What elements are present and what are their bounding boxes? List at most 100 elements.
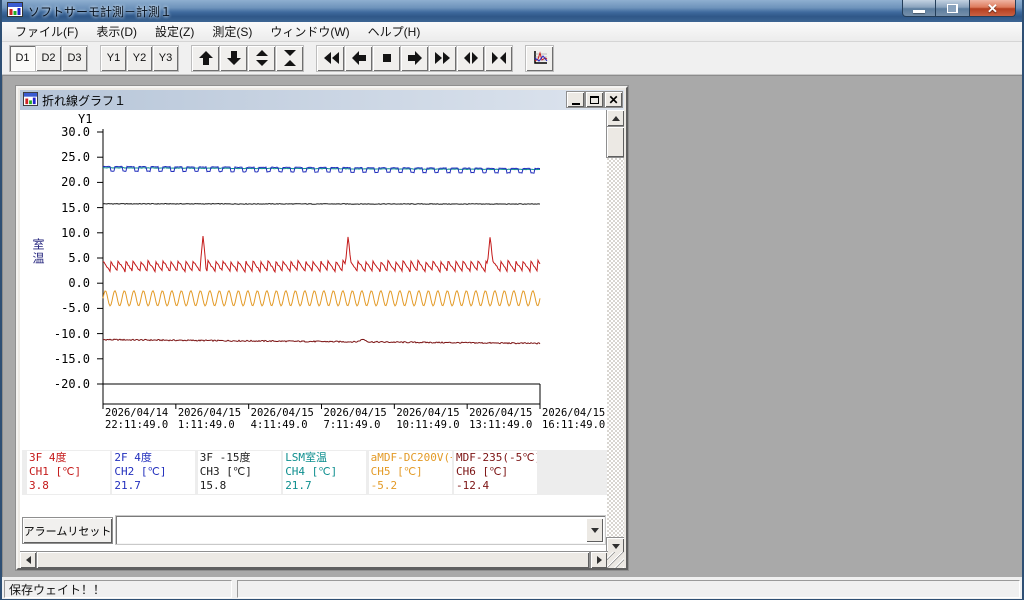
legend-cell-ch6: MDF-235(-5℃)CH6 [℃]-12.4 [454,451,537,494]
message-combobox[interactable] [116,516,605,544]
scroll-left-button[interactable] [20,552,36,568]
y-tick-label: 10.0 [20,226,90,240]
toolbar-button-graph-display[interactable] [526,46,553,71]
restore-button[interactable] [936,0,969,17]
channel-value: -12.4 [456,479,537,493]
channel-id: CH4 [℃] [285,465,366,479]
y-tick-label: -15.0 [20,352,90,366]
toolbar-button-fast-forward[interactable] [429,46,456,71]
channel-id: CH6 [℃] [456,465,537,479]
x-tick-time: 22:11:49.0 [105,420,181,432]
toolbar-button-fast-rewind[interactable] [317,46,344,71]
graph-maximize-button[interactable] [586,92,603,107]
toolbar-button-scroll-down[interactable] [220,46,247,71]
menu-item-5[interactable]: ヘルプ(H) [359,21,430,42]
x-tick-date: 2026/04/15 [178,408,254,420]
channel-name: LSM室温 [285,451,366,465]
x-tick-time: 7:11:49.0 [324,420,400,432]
toolbar-button-y3[interactable]: Y3 [153,46,178,71]
series-CH5 [103,291,540,306]
channel-name: 3F -15度 [200,451,281,465]
resize-grip[interactable] [607,552,624,568]
horizontal-scrollbar[interactable] [20,552,607,568]
scroll-up-button[interactable] [607,110,624,126]
toolbar-group-3 [317,46,513,71]
series-CH3 [103,203,540,204]
toolbar-button-expand-horizontal[interactable] [457,46,484,71]
graph-close-button[interactable]: ✕ [605,92,622,107]
toolbar-button-d1[interactable]: D1 [10,46,35,71]
close-button[interactable]: ✕ [969,0,1016,17]
toolbar-button-y2[interactable]: Y2 [127,46,152,71]
toolbar-button-compress-vertical[interactable] [276,46,303,71]
status-message: 保存ウェイト！！ [4,580,232,598]
channel-value: 21.7 [285,479,366,493]
stop-icon [379,50,395,66]
channel-value: 3.8 [29,479,110,493]
y-tick-label: 15.0 [20,201,90,215]
app-icon [7,2,23,20]
x-tick-label: 2026/04/1422:11:49.0 [105,408,181,431]
x-tick-time: 4:11:49.0 [251,420,327,432]
x-tick-label: 2026/04/154:11:49.0 [251,408,327,431]
vertical-scroll-thumb[interactable] [607,127,624,157]
menu-item-0[interactable]: ファイル(F) [6,21,87,42]
horizontal-scroll-thumb[interactable] [37,552,589,568]
toolbar-button-scroll-up[interactable] [192,46,219,71]
plot-svg [93,124,555,416]
toolbar-button-step-left[interactable] [345,46,372,71]
graph-window-content: Y1 室温 30.025.020.015.010.05.00.0-5.0-10.… [20,110,624,568]
arrow-left-icon [22,556,31,564]
menu-item-1[interactable]: 表示(D) [87,21,146,42]
x-tick-date: 2026/04/15 [469,408,545,420]
channel-id: CH5 [℃] [371,465,452,479]
y-tick-label: -20.0 [20,377,90,391]
vertical-scrollbar[interactable] [607,110,624,554]
status-panel-secondary [237,580,1020,598]
toolbar-button-step-right[interactable] [401,46,428,71]
menu-bar: ファイル(F)表示(D)設定(Z)測定(S)ウィンドウ(W)ヘルプ(H) [2,22,1022,42]
expand-horizontal-icon [463,50,479,66]
y-tick-label: 25.0 [20,150,90,164]
y-tick-label: 20.0 [20,175,90,189]
toolbar-button-y1[interactable]: Y1 [101,46,126,71]
toolbar-button-d2[interactable]: D2 [36,46,61,71]
toolbar-button-compress-horizontal[interactable] [485,46,512,71]
channel-name: 3F 4度 [29,451,110,465]
caption-buttons: ✕ [902,0,1016,17]
status-bar: 保存ウェイト！！ [2,577,1022,599]
x-tick-time: 13:11:49.0 [469,420,545,432]
y-tick-label: 30.0 [20,125,90,139]
toolbar-group-0: D1D2D3 [10,46,88,71]
graph-window-title-bar[interactable]: 折れ線グラフ１ ✕ [20,90,624,110]
menu-item-3[interactable]: 測定(S) [203,21,261,42]
series-CH2 [103,166,540,173]
window-title: ソフトサーモ計測－計測１ [28,3,172,20]
minimize-button[interactable] [902,0,936,17]
y-tick-label: 0.0 [20,276,90,290]
title-bar: ソフトサーモ計測－計測１ ✕ [2,0,1022,22]
toolbar-button-d3[interactable]: D3 [62,46,87,71]
x-tick-label: 2026/04/1513:11:49.0 [469,408,545,431]
fast-rewind-icon [323,50,339,66]
alarm-reset-button[interactable]: アラームリセット [23,518,112,543]
channel-value: 15.8 [200,479,281,493]
toolbar-button-expand-vertical[interactable] [248,46,275,71]
x-tick-date: 2026/04/14 [105,408,181,420]
toolbar-button-stop[interactable] [373,46,400,71]
graph-minimize-button[interactable] [567,92,584,107]
x-tick-label: 2026/04/151:11:49.0 [178,408,254,431]
series-CH6 [103,339,540,344]
minimize-icon [572,103,580,105]
combobox-dropdown-button[interactable] [586,518,603,542]
channel-name: MDF-235(-5℃) [456,451,537,465]
arrow-right-icon [597,556,606,564]
expand-vertical-icon [254,50,270,66]
menu-item-2[interactable]: 設定(Z) [146,21,203,42]
y-tick-label: -5.0 [20,301,90,315]
chevron-down-icon [591,528,599,537]
graph-display-icon [532,50,548,66]
toolbar-group-2 [192,46,304,71]
scroll-right-button[interactable] [591,552,607,568]
menu-item-4[interactable]: ウィンドウ(W) [261,21,358,42]
